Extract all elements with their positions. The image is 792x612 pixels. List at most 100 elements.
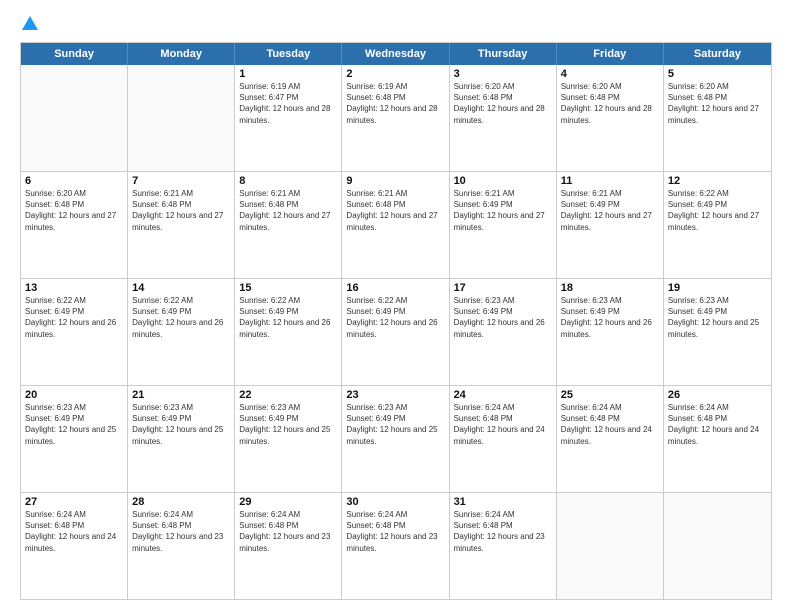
day-number: 18 bbox=[561, 282, 659, 294]
calendar-header: SundayMondayTuesdayWednesdayThursdayFrid… bbox=[21, 43, 771, 65]
day-number: 27 bbox=[25, 496, 123, 508]
calendar-cell: 29Sunrise: 6:24 AM Sunset: 6:48 PM Dayli… bbox=[235, 493, 342, 599]
calendar-cell: 13Sunrise: 6:22 AM Sunset: 6:49 PM Dayli… bbox=[21, 279, 128, 385]
day-info: Sunrise: 6:20 AM Sunset: 6:48 PM Dayligh… bbox=[454, 81, 552, 126]
calendar-cell: 9Sunrise: 6:21 AM Sunset: 6:48 PM Daylig… bbox=[342, 172, 449, 278]
calendar-cell: 1Sunrise: 6:19 AM Sunset: 6:47 PM Daylig… bbox=[235, 65, 342, 171]
calendar-cell: 26Sunrise: 6:24 AM Sunset: 6:48 PM Dayli… bbox=[664, 386, 771, 492]
day-number: 23 bbox=[346, 389, 444, 401]
day-info: Sunrise: 6:22 AM Sunset: 6:49 PM Dayligh… bbox=[239, 295, 337, 340]
calendar-cell: 18Sunrise: 6:23 AM Sunset: 6:49 PM Dayli… bbox=[557, 279, 664, 385]
day-info: Sunrise: 6:23 AM Sunset: 6:49 PM Dayligh… bbox=[561, 295, 659, 340]
calendar-cell: 2Sunrise: 6:19 AM Sunset: 6:48 PM Daylig… bbox=[342, 65, 449, 171]
day-info: Sunrise: 6:23 AM Sunset: 6:49 PM Dayligh… bbox=[25, 402, 123, 447]
calendar-day-header: Thursday bbox=[450, 43, 557, 65]
day-number: 7 bbox=[132, 175, 230, 187]
calendar-cell: 6Sunrise: 6:20 AM Sunset: 6:48 PM Daylig… bbox=[21, 172, 128, 278]
day-info: Sunrise: 6:21 AM Sunset: 6:49 PM Dayligh… bbox=[561, 188, 659, 233]
day-number: 15 bbox=[239, 282, 337, 294]
day-number: 20 bbox=[25, 389, 123, 401]
day-info: Sunrise: 6:23 AM Sunset: 6:49 PM Dayligh… bbox=[454, 295, 552, 340]
day-number: 12 bbox=[668, 175, 767, 187]
calendar-cell: 28Sunrise: 6:24 AM Sunset: 6:48 PM Dayli… bbox=[128, 493, 235, 599]
day-info: Sunrise: 6:23 AM Sunset: 6:49 PM Dayligh… bbox=[668, 295, 767, 340]
day-number: 6 bbox=[25, 175, 123, 187]
calendar-week-row: 6Sunrise: 6:20 AM Sunset: 6:48 PM Daylig… bbox=[21, 171, 771, 278]
calendar-cell: 10Sunrise: 6:21 AM Sunset: 6:49 PM Dayli… bbox=[450, 172, 557, 278]
day-info: Sunrise: 6:24 AM Sunset: 6:48 PM Dayligh… bbox=[561, 402, 659, 447]
calendar-cell: 22Sunrise: 6:23 AM Sunset: 6:49 PM Dayli… bbox=[235, 386, 342, 492]
calendar-cell: 15Sunrise: 6:22 AM Sunset: 6:49 PM Dayli… bbox=[235, 279, 342, 385]
day-info: Sunrise: 6:19 AM Sunset: 6:48 PM Dayligh… bbox=[346, 81, 444, 126]
calendar-cell: 24Sunrise: 6:24 AM Sunset: 6:48 PM Dayli… bbox=[450, 386, 557, 492]
calendar-cell: 19Sunrise: 6:23 AM Sunset: 6:49 PM Dayli… bbox=[664, 279, 771, 385]
calendar-cell: 17Sunrise: 6:23 AM Sunset: 6:49 PM Dayli… bbox=[450, 279, 557, 385]
day-info: Sunrise: 6:23 AM Sunset: 6:49 PM Dayligh… bbox=[132, 402, 230, 447]
calendar-cell: 25Sunrise: 6:24 AM Sunset: 6:48 PM Dayli… bbox=[557, 386, 664, 492]
calendar-cell bbox=[128, 65, 235, 171]
day-info: Sunrise: 6:22 AM Sunset: 6:49 PM Dayligh… bbox=[346, 295, 444, 340]
calendar-cell bbox=[21, 65, 128, 171]
day-info: Sunrise: 6:24 AM Sunset: 6:48 PM Dayligh… bbox=[346, 509, 444, 554]
day-info: Sunrise: 6:24 AM Sunset: 6:48 PM Dayligh… bbox=[454, 509, 552, 554]
day-info: Sunrise: 6:20 AM Sunset: 6:48 PM Dayligh… bbox=[25, 188, 123, 233]
calendar-week-row: 13Sunrise: 6:22 AM Sunset: 6:49 PM Dayli… bbox=[21, 278, 771, 385]
day-info: Sunrise: 6:20 AM Sunset: 6:48 PM Dayligh… bbox=[561, 81, 659, 126]
day-info: Sunrise: 6:19 AM Sunset: 6:47 PM Dayligh… bbox=[239, 81, 337, 126]
day-number: 8 bbox=[239, 175, 337, 187]
day-info: Sunrise: 6:21 AM Sunset: 6:49 PM Dayligh… bbox=[454, 188, 552, 233]
day-number: 22 bbox=[239, 389, 337, 401]
day-info: Sunrise: 6:22 AM Sunset: 6:49 PM Dayligh… bbox=[668, 188, 767, 233]
day-info: Sunrise: 6:24 AM Sunset: 6:48 PM Dayligh… bbox=[668, 402, 767, 447]
day-number: 16 bbox=[346, 282, 444, 294]
day-info: Sunrise: 6:21 AM Sunset: 6:48 PM Dayligh… bbox=[239, 188, 337, 233]
day-info: Sunrise: 6:22 AM Sunset: 6:49 PM Dayligh… bbox=[132, 295, 230, 340]
day-info: Sunrise: 6:21 AM Sunset: 6:48 PM Dayligh… bbox=[132, 188, 230, 233]
day-number: 1 bbox=[239, 68, 337, 80]
calendar-body: 1Sunrise: 6:19 AM Sunset: 6:47 PM Daylig… bbox=[21, 65, 771, 599]
day-number: 13 bbox=[25, 282, 123, 294]
day-number: 21 bbox=[132, 389, 230, 401]
day-number: 14 bbox=[132, 282, 230, 294]
day-number: 17 bbox=[454, 282, 552, 294]
calendar-cell: 5Sunrise: 6:20 AM Sunset: 6:48 PM Daylig… bbox=[664, 65, 771, 171]
day-info: Sunrise: 6:24 AM Sunset: 6:48 PM Dayligh… bbox=[454, 402, 552, 447]
calendar-day-header: Saturday bbox=[664, 43, 771, 65]
calendar: SundayMondayTuesdayWednesdayThursdayFrid… bbox=[20, 42, 772, 600]
day-number: 28 bbox=[132, 496, 230, 508]
calendar-cell: 23Sunrise: 6:23 AM Sunset: 6:49 PM Dayli… bbox=[342, 386, 449, 492]
calendar-cell: 16Sunrise: 6:22 AM Sunset: 6:49 PM Dayli… bbox=[342, 279, 449, 385]
day-info: Sunrise: 6:20 AM Sunset: 6:48 PM Dayligh… bbox=[668, 81, 767, 126]
calendar-cell bbox=[557, 493, 664, 599]
day-info: Sunrise: 6:22 AM Sunset: 6:49 PM Dayligh… bbox=[25, 295, 123, 340]
calendar-cell: 11Sunrise: 6:21 AM Sunset: 6:49 PM Dayli… bbox=[557, 172, 664, 278]
day-info: Sunrise: 6:24 AM Sunset: 6:48 PM Dayligh… bbox=[239, 509, 337, 554]
calendar-cell: 27Sunrise: 6:24 AM Sunset: 6:48 PM Dayli… bbox=[21, 493, 128, 599]
day-number: 19 bbox=[668, 282, 767, 294]
page: SundayMondayTuesdayWednesdayThursdayFrid… bbox=[0, 0, 792, 612]
calendar-cell: 20Sunrise: 6:23 AM Sunset: 6:49 PM Dayli… bbox=[21, 386, 128, 492]
day-number: 31 bbox=[454, 496, 552, 508]
calendar-cell: 8Sunrise: 6:21 AM Sunset: 6:48 PM Daylig… bbox=[235, 172, 342, 278]
day-number: 11 bbox=[561, 175, 659, 187]
calendar-cell: 3Sunrise: 6:20 AM Sunset: 6:48 PM Daylig… bbox=[450, 65, 557, 171]
calendar-cell: 14Sunrise: 6:22 AM Sunset: 6:49 PM Dayli… bbox=[128, 279, 235, 385]
day-info: Sunrise: 6:23 AM Sunset: 6:49 PM Dayligh… bbox=[239, 402, 337, 447]
day-number: 4 bbox=[561, 68, 659, 80]
day-number: 9 bbox=[346, 175, 444, 187]
day-info: Sunrise: 6:23 AM Sunset: 6:49 PM Dayligh… bbox=[346, 402, 444, 447]
calendar-cell: 7Sunrise: 6:21 AM Sunset: 6:48 PM Daylig… bbox=[128, 172, 235, 278]
day-number: 25 bbox=[561, 389, 659, 401]
calendar-cell: 4Sunrise: 6:20 AM Sunset: 6:48 PM Daylig… bbox=[557, 65, 664, 171]
day-number: 5 bbox=[668, 68, 767, 80]
calendar-week-row: 1Sunrise: 6:19 AM Sunset: 6:47 PM Daylig… bbox=[21, 65, 771, 171]
calendar-day-header: Monday bbox=[128, 43, 235, 65]
day-number: 24 bbox=[454, 389, 552, 401]
day-info: Sunrise: 6:24 AM Sunset: 6:48 PM Dayligh… bbox=[25, 509, 123, 554]
day-info: Sunrise: 6:24 AM Sunset: 6:48 PM Dayligh… bbox=[132, 509, 230, 554]
calendar-cell: 21Sunrise: 6:23 AM Sunset: 6:49 PM Dayli… bbox=[128, 386, 235, 492]
day-info: Sunrise: 6:21 AM Sunset: 6:48 PM Dayligh… bbox=[346, 188, 444, 233]
calendar-week-row: 20Sunrise: 6:23 AM Sunset: 6:49 PM Dayli… bbox=[21, 385, 771, 492]
calendar-week-row: 27Sunrise: 6:24 AM Sunset: 6:48 PM Dayli… bbox=[21, 492, 771, 599]
calendar-cell: 12Sunrise: 6:22 AM Sunset: 6:49 PM Dayli… bbox=[664, 172, 771, 278]
